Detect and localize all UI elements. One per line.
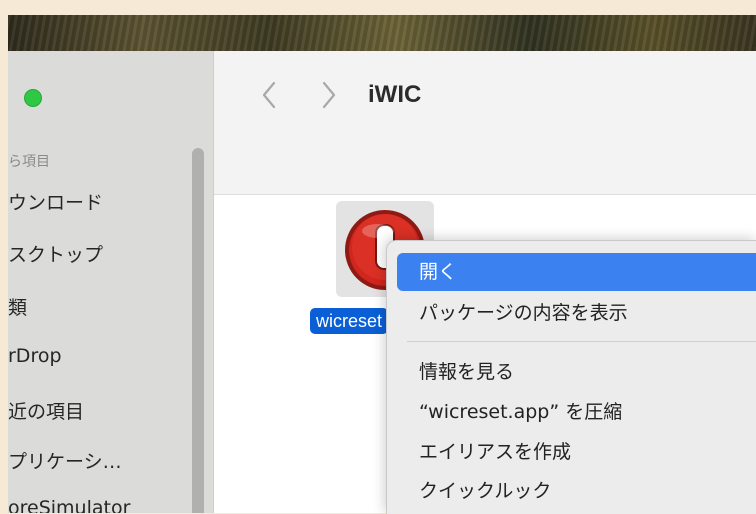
sidebar-item-downloads[interactable]: ウンロード [8, 188, 103, 215]
sidebar: ら項目 ウンロード スクトップ 類 rDrop 近の項目 プリケーシ… oreS… [8, 51, 214, 513]
back-button[interactable] [254, 75, 284, 115]
sidebar-scrollbar[interactable] [192, 148, 204, 513]
chevron-left-icon [262, 81, 276, 109]
forward-button[interactable] [314, 75, 344, 115]
chevron-right-icon [322, 81, 336, 109]
sidebar-item-documents[interactable]: 類 [8, 293, 27, 320]
sidebar-item-airdrop[interactable]: rDrop [8, 345, 62, 367]
sidebar-item-coresimulator[interactable]: oreSimulator [8, 497, 130, 513]
menu-item-show-package-contents[interactable]: パッケージの内容を表示 [397, 294, 756, 332]
menu-item-quick-look[interactable]: クイックルック [397, 472, 756, 510]
context-menu: 開く パッケージの内容を表示 情報を見る “wicreset.app” を圧縮 … [386, 240, 756, 514]
menu-separator [407, 341, 756, 342]
sidebar-item-desktop[interactable]: スクトップ [8, 240, 103, 267]
menu-item-get-info[interactable]: 情報を見る [397, 353, 756, 391]
sidebar-item-recents[interactable]: 近の項目 [8, 397, 84, 424]
desktop-wallpaper [8, 15, 756, 51]
window-title: iWIC [368, 81, 422, 108]
menu-item-open[interactable]: 開く [397, 253, 756, 291]
sidebar-section-header: ら項目 [8, 154, 50, 170]
toolbar: iWIC [214, 51, 756, 195]
menu-item-compress[interactable]: “wicreset.app” を圧縮 [397, 393, 756, 431]
file-name-label[interactable]: wicreset [310, 308, 389, 334]
sidebar-item-applications[interactable]: プリケーシ… [8, 447, 122, 474]
zoom-window-button[interactable] [24, 89, 42, 107]
menu-item-make-alias[interactable]: エイリアスを作成 [397, 433, 756, 471]
